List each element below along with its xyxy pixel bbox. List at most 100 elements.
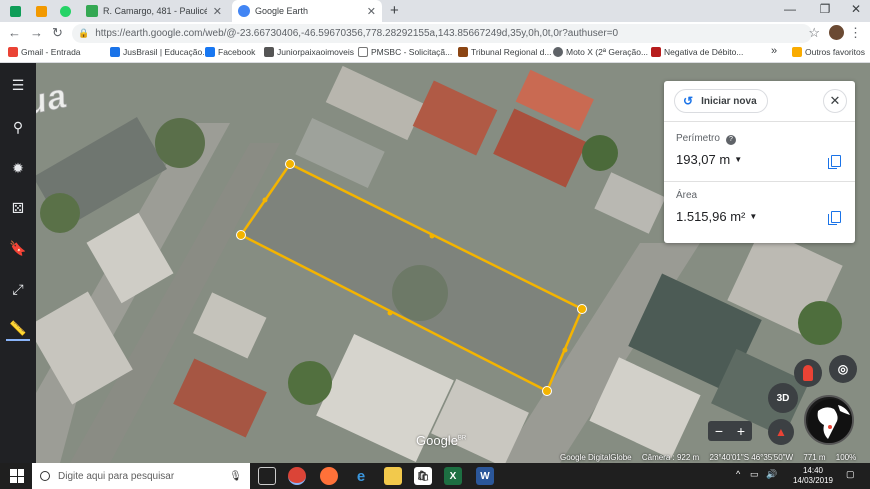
close-icon[interactable]: ✕ bbox=[361, 5, 376, 18]
bookmark-label: JusBrasil | Educação... bbox=[123, 47, 210, 57]
google-logo-text: Google bbox=[416, 433, 458, 448]
pinned-tab-2[interactable] bbox=[32, 3, 50, 19]
compass-button[interactable]: ▲ bbox=[768, 419, 794, 445]
divider bbox=[664, 121, 855, 122]
network-icon[interactable]: ▭ bbox=[750, 469, 759, 480]
close-measure-button[interactable]: ✕ bbox=[823, 89, 847, 113]
bookmark-label: Outros favoritos bbox=[805, 47, 865, 57]
tab-google-earth[interactable]: Google Earth ✕ bbox=[232, 0, 382, 22]
receita-icon bbox=[651, 47, 661, 57]
bookmark-label: Facebook bbox=[218, 47, 256, 57]
copy-area-icon[interactable] bbox=[828, 211, 841, 225]
forward-button[interactable]: → bbox=[30, 25, 43, 40]
midpoint-handle[interactable] bbox=[429, 233, 435, 239]
midpoint-handle[interactable] bbox=[262, 197, 268, 203]
camera-altitude: Câmera : 922 m bbox=[641, 453, 700, 462]
perimeter-value[interactable]: 193,07 m ▼ bbox=[676, 152, 742, 167]
bookmark-gmail[interactable]: Gmail - Entrada bbox=[8, 47, 81, 57]
pinned-app-icon bbox=[9, 5, 21, 17]
more-bookmarks-button[interactable]: » bbox=[771, 45, 777, 57]
voyager-icon[interactable]: ✹ bbox=[6, 156, 30, 180]
bookmark-other-favorites[interactable]: Outros favoritos bbox=[792, 47, 865, 57]
new-tab-button[interactable]: + bbox=[390, 2, 399, 19]
profile-avatar[interactable] bbox=[829, 25, 844, 40]
browser-menu-button[interactable]: ⋮ bbox=[849, 25, 862, 41]
zoom-out-button[interactable]: − bbox=[715, 423, 723, 439]
bookmark-motox[interactable]: Moto X (2ª Geração... bbox=[553, 47, 648, 57]
notifications-icon[interactable]: ▢ bbox=[846, 469, 855, 480]
area-value[interactable]: 1.515,96 m² ▼ bbox=[676, 209, 757, 224]
show-hidden-icons[interactable]: ^ bbox=[736, 469, 740, 479]
area-value-text: 1.515,96 m² bbox=[676, 209, 746, 224]
back-button[interactable]: ← bbox=[8, 25, 21, 40]
help-icon[interactable]: ? bbox=[725, 135, 736, 145]
menu-icon[interactable]: ☰ bbox=[6, 73, 30, 97]
document-icon bbox=[358, 47, 368, 57]
attribution: Google DigitalGlobe bbox=[560, 453, 632, 462]
edge-taskbar-icon[interactable]: e bbox=[352, 467, 370, 485]
zoom-controls: − + bbox=[708, 421, 752, 441]
divider bbox=[664, 181, 855, 182]
bookmark-star-icon[interactable]: ☆ bbox=[808, 25, 820, 41]
excel-taskbar-icon[interactable]: X bbox=[444, 467, 462, 485]
zoom-in-button[interactable]: + bbox=[737, 423, 745, 439]
my-places-icon[interactable]: 🔖 bbox=[6, 236, 30, 260]
windows-taskbar: Digite aqui para pesquisar 🎙 e 🛍 X W ^ ▭… bbox=[0, 463, 870, 489]
close-window-button[interactable]: ✕ bbox=[846, 2, 866, 16]
feeling-lucky-icon[interactable]: ⚄ bbox=[6, 196, 30, 220]
bookmark-negativa[interactable]: Negativa de Débito... bbox=[651, 47, 743, 57]
bookmark-jusbrasil[interactable]: JusBrasil | Educação... bbox=[110, 47, 209, 57]
minimize-button[interactable]: — bbox=[780, 2, 800, 16]
windows-start-icon[interactable] bbox=[10, 469, 24, 483]
my-location-icon: ◎ bbox=[837, 362, 849, 376]
chrome-taskbar-icon[interactable] bbox=[288, 467, 306, 485]
clock-time: 14:40 bbox=[802, 466, 824, 475]
bookmark-label: » bbox=[771, 45, 778, 57]
store-taskbar-icon[interactable]: 🛍 bbox=[414, 467, 432, 485]
share-icon[interactable]: ⤢ bbox=[6, 277, 30, 301]
map-status-bar: Google DigitalGlobe Câmera : 922 m 23°40… bbox=[560, 453, 870, 463]
task-view-icon[interactable] bbox=[258, 467, 276, 485]
word-taskbar-icon[interactable]: W bbox=[476, 467, 494, 485]
midpoint-handle[interactable] bbox=[387, 310, 393, 316]
microphone-icon[interactable]: 🎙 bbox=[229, 471, 242, 482]
midpoint-handle[interactable] bbox=[562, 347, 568, 353]
pinned-tab-1[interactable] bbox=[6, 3, 24, 19]
taskbar-search-box[interactable]: Digite aqui para pesquisar 🎙 bbox=[32, 463, 250, 489]
bookmark-juniorpaixao[interactable]: Juniorpaixaoimoveis bbox=[264, 47, 354, 57]
measure-icon[interactable]: 📏 bbox=[6, 317, 30, 341]
bookmark-label: Tribunal Regional d... bbox=[471, 47, 552, 57]
file-explorer-icon[interactable] bbox=[384, 467, 402, 485]
my-location-button[interactable]: ◎ bbox=[829, 355, 857, 383]
reload-button[interactable]: ↻ bbox=[52, 25, 63, 41]
globe-overview[interactable] bbox=[804, 395, 854, 445]
bookmark-tribunal[interactable]: Tribunal Regional d... bbox=[458, 47, 551, 57]
perimeter-value-text: 193,07 m bbox=[676, 152, 731, 167]
taskbar-clock[interactable]: 14:40 14/03/2019 bbox=[790, 466, 836, 486]
tab-camargo[interactable]: R. Camargo, 481 - Paulicéia - Go ✕ bbox=[80, 0, 228, 22]
gmail-icon bbox=[8, 47, 18, 57]
pinned-tab-whatsapp[interactable] bbox=[56, 3, 74, 19]
search-icon[interactable]: ⚲ bbox=[6, 115, 30, 139]
vertex-handle[interactable] bbox=[542, 386, 552, 396]
bookmark-pmsbc[interactable]: PMSBC - Solicitaçã... bbox=[358, 47, 452, 57]
address-bar[interactable]: 🔒 https://earth.google.com/web/@-23.6673… bbox=[72, 24, 812, 43]
vertex-handle[interactable] bbox=[285, 159, 295, 169]
toggle-3d-button[interactable]: 3D bbox=[768, 383, 798, 413]
copy-perimeter-icon[interactable] bbox=[828, 155, 841, 169]
left-navigation-rail: ☰ ⚲ ✹ ⚄ 🔖 ⤢ 📏 bbox=[0, 63, 36, 463]
vertex-handle[interactable] bbox=[236, 230, 246, 240]
earth-viewport[interactable]: Lua ☰ ⚲ ✹ ⚄ 🔖 ⤢ 📏 ↺ Iniciar nova ✕ Perím… bbox=[0, 63, 870, 463]
restore-button[interactable]: ❐ bbox=[815, 2, 835, 16]
bookmark-facebook[interactable]: Facebook bbox=[205, 47, 255, 57]
measure-panel: ↺ Iniciar nova ✕ Perímetro? 193,07 m ▼ Ár… bbox=[664, 81, 855, 243]
vertex-handle[interactable] bbox=[577, 304, 587, 314]
google-logo-region: BR bbox=[457, 435, 467, 442]
start-new-measure-button[interactable]: ↺ Iniciar nova bbox=[674, 89, 768, 113]
firefox-taskbar-icon[interactable] bbox=[320, 467, 338, 485]
pegman-button[interactable] bbox=[794, 359, 822, 387]
close-icon[interactable]: ✕ bbox=[207, 5, 222, 18]
volume-icon[interactable]: 🔊 bbox=[766, 469, 777, 480]
earth-favicon-icon bbox=[238, 5, 250, 17]
bookmark-label: PMSBC - Solicitaçã... bbox=[371, 47, 453, 57]
